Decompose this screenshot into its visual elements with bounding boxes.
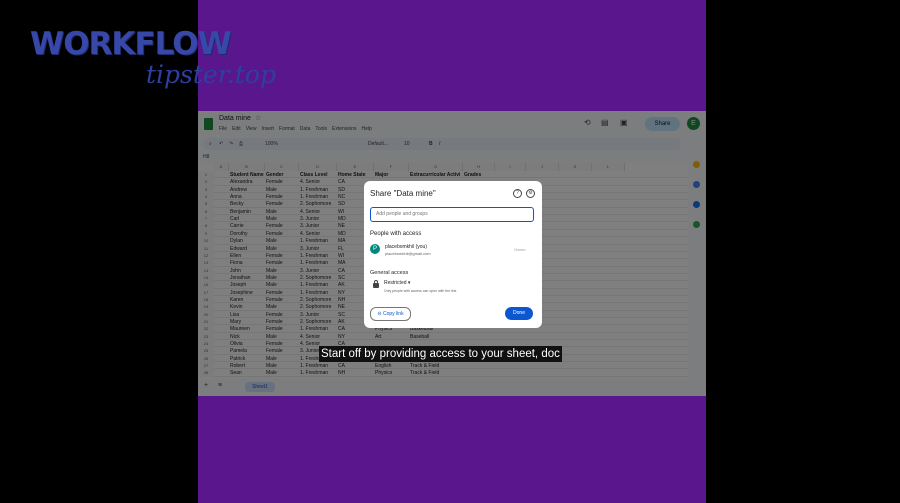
brand-sub: tipster.top <box>146 60 276 89</box>
person-name: placebomkhil (you) <box>385 244 427 250</box>
brand-word: WORKFLOW <box>30 26 232 62</box>
access-description: Only people with access can open with th… <box>384 289 457 293</box>
brand-logo: WORKFLOW tipster.top <box>30 26 280 89</box>
bottom-purple-band <box>198 396 706 503</box>
person-avatar: P <box>370 244 380 254</box>
lock-icon <box>373 280 379 288</box>
access-level-label: Restricted <box>384 280 407 286</box>
dialog-title: Share "Data mine" <box>370 189 436 198</box>
add-people-input[interactable] <box>370 207 534 222</box>
video-caption: Start off by providing access to your sh… <box>319 346 562 362</box>
done-button[interactable]: Done <box>505 307 533 320</box>
copy-link-label: Copy link <box>383 311 404 317</box>
people-with-access-heading: People with access <box>370 231 422 237</box>
owner-label: Owner <box>514 247 526 252</box>
access-level-select[interactable]: Restricted ▾ <box>384 280 410 286</box>
gear-icon[interactable]: ⚙ <box>526 189 535 198</box>
help-icon[interactable]: ? <box>513 189 522 198</box>
caret-down-icon: ▾ <box>407 280 411 286</box>
share-dialog: Share "Data mine" ? ⚙ People with access… <box>364 181 542 328</box>
link-icon: ⊝ <box>377 311 382 317</box>
person-email: placebomkhil@gmail.com <box>385 251 431 256</box>
copy-link-button[interactable]: ⊝ Copy link <box>370 307 411 321</box>
general-access-heading: General access <box>370 270 409 276</box>
